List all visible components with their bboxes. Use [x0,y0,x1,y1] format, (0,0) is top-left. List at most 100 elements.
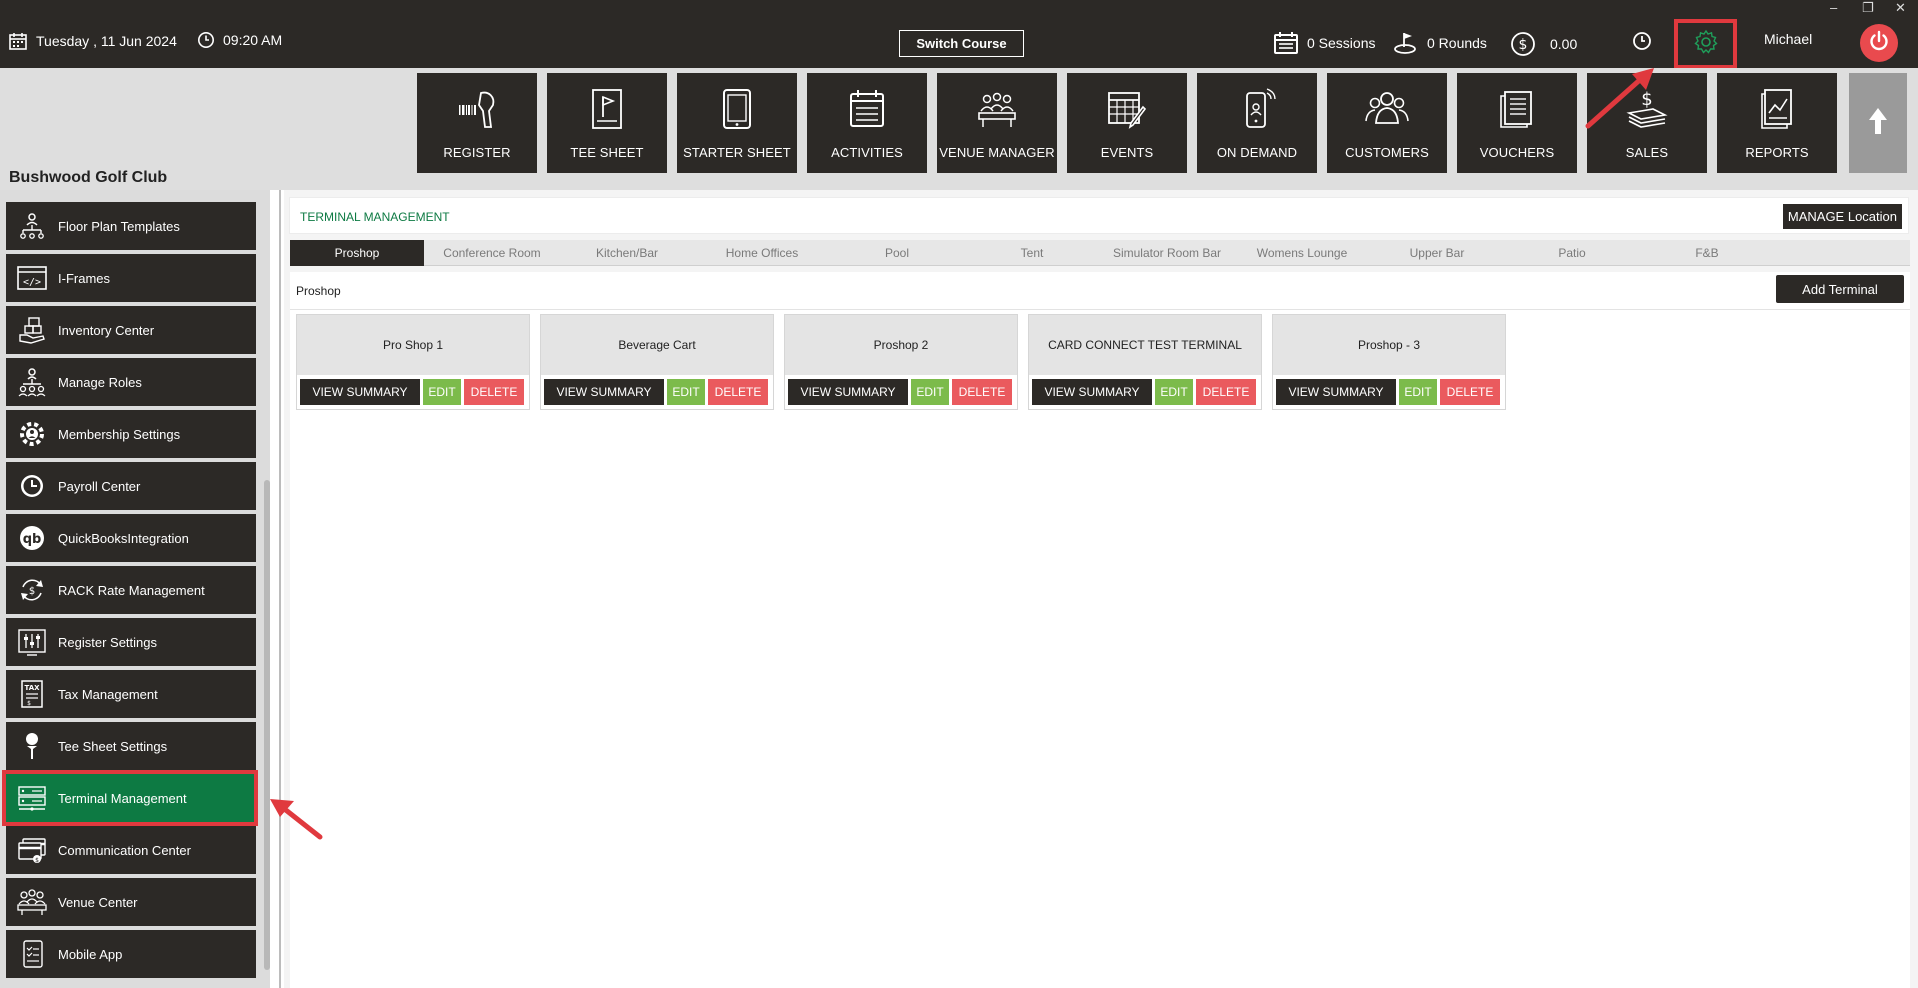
sidebar-item-i-frames[interactable]: </> I-Frames [6,254,256,302]
sidebar-item-label: Mobile App [58,946,123,962]
tile-starter-sheet[interactable]: STARTER SHEET [677,73,797,173]
minimize-button[interactable]: – [1830,0,1837,15]
sidebar-item-venue-center[interactable]: Venue Center [6,878,256,926]
sidebar-item-communication-center[interactable]: $ Communication Center [6,826,256,874]
sidebar-item-register-settings[interactable]: Register Settings [6,618,256,666]
golf-tee-icon [14,728,50,764]
sidebar-item-tee-sheet-settings[interactable]: Tee Sheet Settings [6,722,256,770]
terminal-name: Pro Shop 1 [297,315,529,375]
delete-button[interactable]: DELETE [952,379,1012,405]
user-name-text: Michael [1764,31,1813,47]
tile-register[interactable]: REGISTER [417,73,537,173]
view-summary-button[interactable]: VIEW SUMMARY [544,379,664,405]
tile-label: EVENTS [1100,145,1154,160]
settings-button[interactable] [1674,19,1737,69]
tab-conference-room[interactable]: Conference Room [425,240,559,266]
delete-button[interactable]: DELETE [1196,379,1256,405]
scroll-up-button[interactable] [1849,73,1907,173]
amount-counter[interactable]: $ 0.00 [1510,31,1577,57]
tab-womens-lounge[interactable]: Womens Lounge [1235,240,1369,266]
sidebar-item-mobile-app[interactable]: Mobile App [6,930,256,978]
tab-home-offices[interactable]: Home Offices [695,240,829,266]
tile-events[interactable]: EVENTS [1067,73,1187,173]
switch-course-button[interactable]: Switch Course [899,30,1024,57]
edit-button[interactable]: EDIT [667,379,705,405]
delete-button[interactable]: DELETE [464,379,524,405]
terminal-management-header: TERMINAL MANAGEMENT MANAGE Location [289,197,1909,234]
terminal-panel: Proshop Add Terminal Pro Shop 1 VIEW SUMM… [290,272,1910,988]
manage-location-button[interactable]: MANAGE Location [1782,204,1902,229]
tab-simulator-room-bar[interactable]: Simulator Room Bar [1100,240,1234,266]
mobile-phone-icon [1237,87,1277,136]
sidebar-item-inventory-center[interactable]: Inventory Center [6,306,256,354]
sidebar-item-label: Tee Sheet Settings [58,738,168,754]
tab-proshop[interactable]: Proshop [290,240,424,266]
terminal-card: Pro Shop 1 VIEW SUMMARY EDIT DELETE [296,314,530,410]
sidebar-item-payroll-center[interactable]: Payroll Center [6,462,256,510]
tile-label: STARTER SHEET [683,145,791,160]
add-terminal-button[interactable]: Add Terminal [1776,275,1904,303]
delete-button[interactable]: DELETE [1440,379,1500,405]
tab-pool[interactable]: Pool [830,240,964,266]
clock-icon [1632,31,1652,51]
tee-sheet-flag-icon [587,87,627,136]
svg-text:$: $ [35,857,39,864]
clock-icon [197,31,215,49]
tab-f-b[interactable]: F&B [1640,240,1774,266]
communication-card-icon: $ [14,832,50,868]
sidebar-item-terminal-management[interactable]: Terminal Management [2,770,258,826]
club-name: Bushwood Golf Club [9,169,168,186]
org-chart-icon [14,208,50,244]
logout-button[interactable] [1860,24,1898,62]
terminal-card: Beverage Cart VIEW SUMMARY EDIT DELETE [540,314,774,410]
tab-upper-bar[interactable]: Upper Bar [1370,240,1504,266]
edit-button[interactable]: EDIT [423,379,461,405]
svg-text:</>: </> [23,277,41,288]
tile-activities[interactable]: ACTIVITIES [807,73,927,173]
tile-reports[interactable]: REPORTS [1717,73,1837,173]
rounds-text: 0 Rounds [1427,35,1487,51]
tile-tee-sheet[interactable]: TEE SHEET [547,73,667,173]
delete-button[interactable]: DELETE [708,379,768,405]
tile-on-demand[interactable]: ON DEMAND [1197,73,1317,173]
sidebar-scrollbar[interactable] [264,480,270,970]
edit-button[interactable]: EDIT [911,379,949,405]
location-tabs: Proshop Conference Room Kitchen/Bar Home Of… [290,240,1910,266]
restore-button[interactable]: ❐ [1862,0,1874,16]
tile-label: VENUE MANAGER [939,145,1055,160]
user-name[interactable]: Michael [1764,31,1812,47]
tile-vouchers[interactable]: VOUCHERS [1457,73,1577,173]
sidebar-item-label: Floor Plan Templates [58,218,180,234]
view-summary-button[interactable]: VIEW SUMMARY [300,379,420,405]
svg-text:$: $ [27,700,31,707]
tile-label: TEE SHEET [570,145,644,160]
tile-venue-manager[interactable]: VENUE MANAGER [937,73,1057,173]
sidebar-item-floor-plan-templates[interactable]: Floor Plan Templates [6,202,256,250]
view-summary-button[interactable]: VIEW SUMMARY [1032,379,1152,405]
sidebar-item-manage-roles[interactable]: Manage Roles [6,358,256,406]
sidebar-item-label: Register Settings [58,634,157,650]
sidebar-item-label: RACK Rate Management [58,582,205,598]
terminal-name: Proshop 2 [785,315,1017,375]
sessions-counter[interactable]: 0 Sessions [1273,31,1375,55]
edit-button[interactable]: EDIT [1155,379,1193,405]
sidebar-item-tax-management[interactable]: TAX $ Tax Management [6,670,256,718]
sidebar-item-rack-rate-management[interactable]: $ RACK Rate Management [6,566,256,614]
rounds-counter[interactable]: 0 Rounds [1393,31,1487,55]
view-summary-button[interactable]: VIEW SUMMARY [788,379,908,405]
view-summary-button[interactable]: VIEW SUMMARY [1276,379,1396,405]
svg-text:TAX: TAX [24,684,40,692]
settings-sidebar: Floor Plan Templates </> I-Frames Inventory… [0,190,270,988]
close-window-button[interactable]: ✕ [1895,0,1906,16]
sidebar-item-membership-settings[interactable]: Membership Settings [6,410,256,458]
tile-customers[interactable]: CUSTOMERS [1327,73,1447,173]
tab-kitchen-bar[interactable]: Kitchen/Bar [560,240,694,266]
edit-button[interactable]: EDIT [1399,379,1437,405]
history-clock-button[interactable] [1632,31,1652,51]
sidebar-item-quickbooksintegration[interactable]: qb QuickBooksIntegration [6,514,256,562]
tab-patio[interactable]: Patio [1505,240,1639,266]
meeting-table-icon [975,87,1019,136]
quickbooks-icon: qb [14,520,50,556]
sidebar-item-label: Terminal Management [58,790,187,806]
tab-tent[interactable]: Tent [965,240,1099,266]
